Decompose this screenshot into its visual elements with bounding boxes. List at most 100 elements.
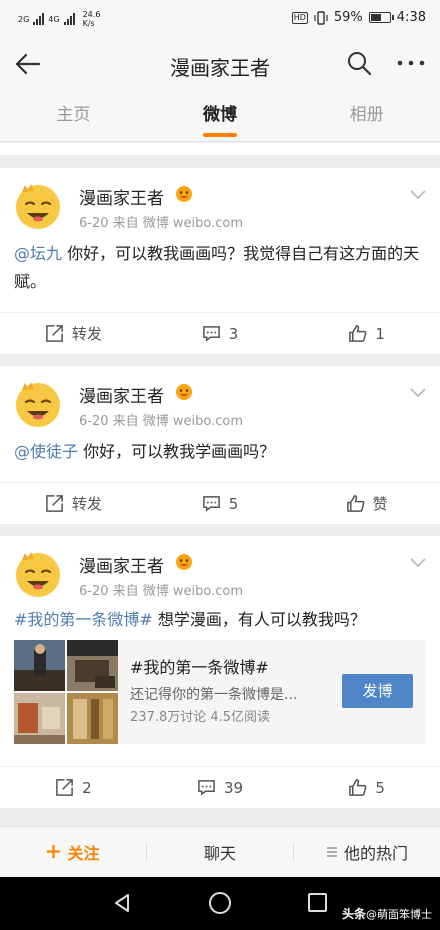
status-right: HD 59% 4:38 (291, 10, 426, 25)
avatar[interactable] (13, 548, 63, 598)
repost-button[interactable]: 转发 (0, 313, 147, 354)
repost-icon (45, 495, 63, 512)
topic-thumbnail (14, 640, 65, 691)
topic-title: #我的第一条微博# (130, 658, 269, 677)
post-actions: 转发 5 赞 (0, 482, 440, 524)
repost-button[interactable]: 2 (0, 767, 147, 808)
author-name[interactable]: 漫画家王者 (79, 382, 164, 407)
like-count: 5 (375, 778, 385, 797)
mention-link[interactable]: @使徒子 (14, 442, 78, 461)
like-label: 赞 (372, 495, 388, 513)
battery-icon (368, 12, 394, 23)
post-actions: 2 39 5 (0, 766, 440, 808)
post-meta: 6-20 来自 微博 weibo.com (79, 414, 244, 429)
feed[interactable]: 漫画家王者 6-20 来自 微博 weibo.com @坛九 你好，可以教我画画… (0, 143, 440, 880)
post-header: 漫画家王者 6-20 来自 微博 weibo.com (0, 168, 440, 231)
previous-post-actions (0, 143, 440, 155)
system-home-icon[interactable] (209, 892, 231, 914)
repost-icon (45, 325, 63, 342)
weibo-post[interactable]: 漫画家王者 6-20 来自 微博 weibo.com #我的第一条微博# 想学漫… (0, 536, 440, 808)
comment-button[interactable]: 39 (147, 767, 294, 808)
profile-bottom-bar: 关注 聊天 他的热门 (0, 826, 440, 876)
topic-thumbnails (14, 640, 118, 744)
tab-weibo[interactable]: 微博 (147, 90, 294, 141)
system-nav-bar: 头条@萌面笨博士 (0, 877, 440, 930)
follow-label: 关注 (67, 843, 100, 863)
page-title: 漫画家王者 (170, 56, 270, 80)
hd-badge: HD (291, 11, 308, 24)
follow-button[interactable]: 关注 (0, 840, 146, 864)
plus-icon (47, 845, 61, 858)
like-count: 1 (375, 324, 385, 343)
network-indicators: 2G 4G 24.6 K/s (18, 10, 100, 28)
battery-percent: 59% (333, 10, 363, 25)
comment-button[interactable]: 5 (147, 483, 294, 524)
post-header: 漫画家王者 6-20 来自 微博 weibo.com (0, 536, 440, 599)
chevron-down-icon[interactable] (410, 388, 426, 398)
vip-badge-icon (176, 554, 192, 570)
post-meta: 6-20 来自 微博 weibo.com (79, 216, 244, 231)
weibo-post[interactable]: 漫画家王者 6-20 来自 微博 weibo.com @使徒子 你好，可以教我学… (0, 366, 440, 524)
comment-button[interactable]: 3 (147, 313, 294, 354)
like-button[interactable]: 1 (293, 313, 440, 354)
topic-subtitle: 还记得你的第一条微博是... (130, 687, 298, 703)
watermark: 头条@萌面笨博士 (341, 907, 432, 921)
comment-count: 3 (228, 324, 239, 343)
profile-tabs: 主页 微博 相册 (0, 90, 440, 142)
avatar[interactable] (13, 378, 63, 428)
vip-badge-icon (176, 384, 192, 400)
comment-count: 5 (228, 494, 239, 513)
network-type-left: 2G (18, 14, 30, 24)
repost-button[interactable]: 转发 (0, 483, 147, 524)
repost-icon (56, 779, 73, 796)
network-type-right: 4G (48, 14, 60, 24)
post-text: @使徒子 你好，可以教我学画画吗？ (14, 442, 276, 461)
more-icon[interactable] (396, 50, 426, 76)
post-meta: 6-20 来自 微博 weibo.com (79, 584, 244, 599)
menu-icon (326, 846, 337, 857)
comment-icon (198, 780, 215, 796)
topic-stats: 237.8万讨论 4.5亿阅读 (130, 710, 271, 725)
status-bar: 2G 4G 24.6 K/s HD 59% 4:38 (0, 0, 440, 38)
thumbs-up-icon (346, 495, 365, 512)
repost-count: 2 (82, 778, 92, 797)
topic-thumbnail (14, 693, 65, 744)
like-button[interactable]: 5 (293, 767, 440, 808)
post-weibo-button[interactable]: 发博 (342, 674, 413, 708)
thumbs-up-icon (349, 325, 367, 342)
author-name[interactable]: 漫画家王者 (79, 184, 164, 209)
post-header: 漫画家王者 6-20 来自 微博 weibo.com (0, 366, 440, 429)
signal-icon (63, 13, 75, 25)
author-name[interactable]: 漫画家王者 (79, 552, 164, 577)
weibo-post[interactable]: 漫画家王者 6-20 来自 微博 weibo.com @坛九 你好，可以教我画画… (0, 168, 440, 354)
post-text: #我的第一条微博# 想学漫画，有人可以教我吗？ (14, 610, 366, 629)
vip-badge-icon (176, 186, 192, 202)
net-speed: 24.6 K/s (82, 10, 101, 28)
nav-bar: 漫画家王者 (0, 38, 440, 90)
repost-label: 转发 (71, 495, 102, 513)
repost-label: 转发 (71, 325, 102, 343)
hashtag-link[interactable]: #我的第一条微博# (14, 610, 153, 629)
post-text: @坛九 你好，可以教我画画吗？我觉得自己有这方面的天赋。 (14, 244, 420, 291)
tab-album[interactable]: 相册 (293, 90, 440, 141)
tab-home[interactable]: 主页 (0, 90, 147, 141)
like-button[interactable]: 赞 (293, 483, 440, 524)
hot-posts-button[interactable]: 他的热门 (294, 840, 440, 864)
mention-link[interactable]: @坛九 (14, 244, 62, 263)
clock: 4:38 (396, 10, 426, 25)
chevron-down-icon[interactable] (410, 558, 426, 568)
comment-icon (202, 496, 220, 512)
system-recents-icon[interactable] (308, 893, 327, 912)
chat-button[interactable]: 聊天 (147, 840, 293, 864)
hot-posts-label: 他的热门 (343, 843, 408, 863)
system-back-icon[interactable] (112, 893, 132, 913)
avatar[interactable] (13, 180, 63, 230)
topic-card[interactable]: #我的第一条微博# 还记得你的第一条微博是... 237.8万讨论 4.5亿阅读… (14, 640, 426, 744)
signal-icon (33, 13, 45, 25)
topic-thumbnail (67, 640, 118, 691)
chat-label: 聊天 (203, 843, 236, 863)
chevron-down-icon[interactable] (410, 190, 426, 200)
comment-icon (202, 326, 220, 342)
search-icon[interactable] (346, 50, 372, 76)
comment-count: 39 (223, 778, 244, 797)
